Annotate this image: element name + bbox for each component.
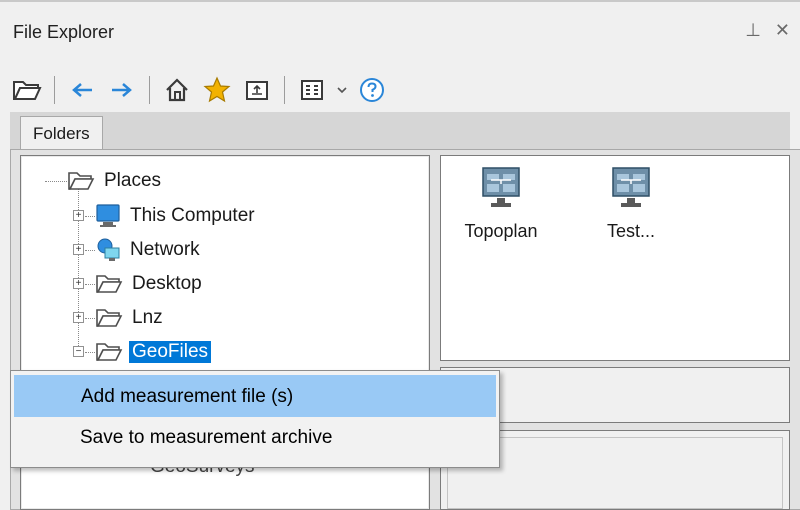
tree-connector xyxy=(85,250,95,251)
window-title: File Explorer xyxy=(13,22,115,42)
tree-connector xyxy=(85,352,95,353)
view-grid-icon[interactable] xyxy=(295,73,329,107)
expand-toggle[interactable]: + xyxy=(73,210,84,221)
measurement-file-icon xyxy=(482,167,520,207)
tree-item-label: Network xyxy=(130,239,200,260)
folder-icon xyxy=(96,275,123,293)
home-icon[interactable] xyxy=(160,73,194,107)
measurement-file-icon xyxy=(612,167,650,207)
file-label: Topoplan xyxy=(464,221,538,241)
file-item-test[interactable]: Test... xyxy=(591,166,671,242)
expand-toggle[interactable]: + xyxy=(73,244,84,255)
file-label: Test... xyxy=(606,221,655,241)
title-buttons: ⊥ ✕ xyxy=(745,20,790,41)
menu-item-add-measurement-file[interactable]: Add measurement file (s) xyxy=(14,375,496,417)
tree-item-label: Places xyxy=(104,170,162,191)
dropdown-icon[interactable] xyxy=(335,73,349,107)
tree-connector xyxy=(45,181,67,182)
close-icon[interactable]: ✕ xyxy=(775,20,790,41)
file-list-pane: Topoplan Test... xyxy=(440,155,790,361)
favorites-star-icon[interactable] xyxy=(200,73,234,107)
title-bar: File Explorer ⊥ ✕ xyxy=(0,0,800,60)
upload-icon[interactable] xyxy=(240,73,274,107)
tree-item-network[interactable]: Network xyxy=(95,234,203,266)
folder-icon xyxy=(96,309,123,327)
toolbar-separator xyxy=(284,76,285,104)
expand-toggle[interactable]: + xyxy=(73,312,84,323)
help-icon[interactable] xyxy=(355,73,389,107)
forward-arrow-icon[interactable] xyxy=(105,73,139,107)
toolbar-separator xyxy=(149,76,150,104)
open-folder-icon[interactable] xyxy=(10,73,44,107)
folder-icon xyxy=(96,343,123,361)
toolbar xyxy=(10,68,790,112)
tab-bar: Folders xyxy=(10,112,790,150)
tree-connector xyxy=(85,284,95,285)
menu-item-save-to-archive[interactable]: Save to measurement archive xyxy=(14,417,496,459)
folder-open-icon xyxy=(68,172,95,190)
computer-icon xyxy=(96,204,120,227)
tree-item-label: Lnz xyxy=(132,307,163,328)
collapse-toggle[interactable]: − xyxy=(73,346,84,357)
tree-connector xyxy=(85,318,95,319)
tree-item-places[interactable]: Places xyxy=(67,165,164,197)
tree-item-this-computer[interactable]: This Computer xyxy=(95,200,258,232)
pin-icon[interactable]: ⊥ xyxy=(745,20,761,41)
tree-item-geofiles[interactable]: GeoFiles xyxy=(95,336,212,368)
tree-item-lnz[interactable]: Lnz xyxy=(95,302,166,334)
tree-item-label: This Computer xyxy=(130,205,255,226)
file-explorer-panel: File Explorer ⊥ ✕ Folders Places + This … xyxy=(0,0,800,510)
toolbar-separator xyxy=(54,76,55,104)
back-arrow-icon[interactable] xyxy=(65,73,99,107)
tree-connector xyxy=(85,216,95,217)
tree-item-label: Desktop xyxy=(132,273,202,294)
context-menu: Add measurement file (s) Save to measure… xyxy=(10,370,500,468)
network-icon xyxy=(97,238,120,261)
tree-item-desktop[interactable]: Desktop xyxy=(95,268,205,300)
file-item-topoplan[interactable]: Topoplan xyxy=(461,166,541,242)
expand-toggle[interactable]: + xyxy=(73,278,84,289)
tree-item-label: GeoFiles xyxy=(129,341,212,363)
tab-folders[interactable]: Folders xyxy=(20,116,103,150)
